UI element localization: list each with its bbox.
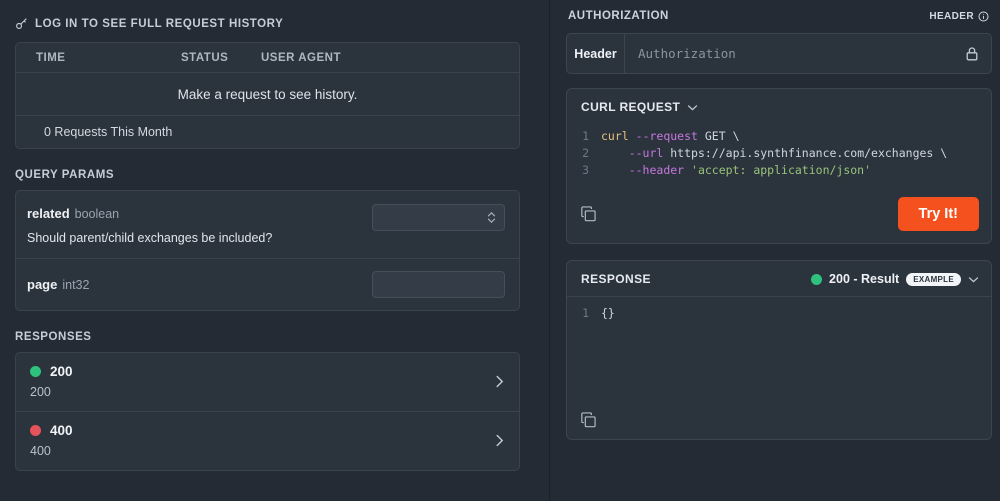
param-related-meta: related boolean Should parent/child excha… <box>27 204 272 245</box>
code-line-3: 3 --header 'accept: application/json' <box>567 162 991 179</box>
param-row-related: related boolean Should parent/child excha… <box>16 191 519 259</box>
authorization-title: AUTHORIZATION <box>568 10 669 22</box>
column-user-agent: USER AGENT <box>261 51 341 64</box>
response-body-text: {} <box>601 306 615 320</box>
status-dot-200 <box>811 273 823 285</box>
response-code-line-1: 1 {} <box>567 305 991 322</box>
response-400-label: 400 <box>30 444 51 458</box>
response-status-group[interactable]: 200 - Result EXAMPLE <box>811 272 979 286</box>
chevron-updown-icon <box>487 212 496 223</box>
column-time: TIME <box>36 51 66 64</box>
param-page-input[interactable] <box>372 271 505 298</box>
response-header: RESPONSE 200 - Result EXAMPLE <box>567 261 991 297</box>
example-badge: EXAMPLE <box>906 272 961 286</box>
code-token-flag: --request <box>635 129 698 143</box>
param-related-description: Should parent/child exchanges be include… <box>27 231 273 245</box>
line-number: 3 <box>582 163 589 177</box>
response-item-400[interactable]: 400 400 <box>16 412 519 470</box>
curl-request-card: CURL REQUEST 1 curl --request GET \ 2 --… <box>566 88 992 244</box>
param-related-name: related <box>27 206 70 221</box>
param-related-type: boolean <box>74 207 120 221</box>
response-code-block[interactable]: 1 {} <box>567 297 991 412</box>
response-200-label: 200 <box>30 385 51 399</box>
query-params-title: QUERY PARAMS <box>15 169 115 181</box>
response-400-code: 400 <box>50 423 73 438</box>
curl-request-title: CURL REQUEST <box>581 100 681 114</box>
response-400-line: 400 <box>30 423 73 438</box>
response-400-info: 400 400 <box>30 423 73 458</box>
request-history-header: LOG IN TO SEE FULL REQUEST HISTORY <box>15 17 534 30</box>
param-row-page: page int32 <box>16 259 519 310</box>
param-page-header: page int32 <box>27 276 89 294</box>
status-dot-200 <box>30 366 41 377</box>
authorization-location: HEADER <box>929 11 989 22</box>
chevron-down-icon[interactable] <box>687 104 698 111</box>
response-200-line: 200 <box>30 364 73 379</box>
code-token-plain: https://api.synthfinance.com/exchanges \ <box>663 146 948 160</box>
authorization-location-label: HEADER <box>929 10 974 22</box>
authorization-header: AUTHORIZATION HEADER <box>566 10 992 22</box>
copy-icon[interactable] <box>581 412 991 428</box>
response-200-info: 200 200 <box>30 364 73 399</box>
copy-icon[interactable] <box>581 206 596 222</box>
request-history-table: TIME STATUS USER AGENT Make a request to… <box>15 42 520 149</box>
code-line-1: 1 curl --request GET \ <box>567 128 991 145</box>
left-panel: LOG IN TO SEE FULL REQUEST HISTORY TIME … <box>0 0 550 501</box>
response-status-text: 200 - Result <box>829 272 900 286</box>
info-icon[interactable] <box>978 10 989 22</box>
column-status: STATUS <box>181 51 229 64</box>
line-number: 1 <box>582 129 589 143</box>
chevron-right-icon <box>495 374 504 389</box>
query-params-card: related boolean Should parent/child excha… <box>15 190 520 311</box>
status-dot-400 <box>30 425 41 436</box>
curl-request-header[interactable]: CURL REQUEST <box>567 89 991 124</box>
authorization-value-wrap[interactable]: Authorization <box>625 34 991 73</box>
param-page-meta: page int32 <box>27 275 89 294</box>
history-request-count: 0 Requests This Month <box>44 125 173 139</box>
authorization-key-label: Header <box>567 34 625 73</box>
authorization-input[interactable]: Authorization <box>638 46 736 61</box>
key-icon <box>15 17 28 30</box>
history-empty-message: Make a request to see history. <box>16 73 519 116</box>
curl-footer: Try It! <box>567 189 991 243</box>
param-page-name: page <box>27 277 58 292</box>
responses-title: RESPONSES <box>15 331 92 343</box>
code-token-flag: --url <box>628 146 664 160</box>
line-number: 1 <box>582 306 589 320</box>
request-history-title: LOG IN TO SEE FULL REQUEST HISTORY <box>35 17 284 30</box>
responses-list: 200 200 400 400 <box>15 352 520 471</box>
response-card: RESPONSE 200 - Result EXAMPLE 1 {} <box>566 260 992 440</box>
curl-code-block[interactable]: 1 curl --request GET \ 2 --url https://a… <box>567 124 991 189</box>
authorization-input-group: Header Authorization <box>566 33 992 74</box>
code-token-flag: --header <box>628 163 685 177</box>
api-reference-page: LOG IN TO SEE FULL REQUEST HISTORY TIME … <box>0 0 1000 501</box>
lock-icon <box>965 46 979 62</box>
code-token-plain: GET \ <box>697 129 740 143</box>
line-number: 2 <box>582 146 589 160</box>
code-token-string: 'accept: application/json' <box>684 163 872 177</box>
code-token-command: curl <box>601 129 629 143</box>
chevron-down-icon[interactable] <box>968 276 979 283</box>
param-related-select[interactable] <box>372 204 505 231</box>
response-item-200[interactable]: 200 200 <box>16 353 519 412</box>
param-page-type: int32 <box>62 278 90 292</box>
try-it-button[interactable]: Try It! <box>897 197 979 231</box>
code-line-2: 2 --url https://api.synthfinance.com/exc… <box>567 145 991 162</box>
table-header-row: TIME STATUS USER AGENT <box>16 43 519 73</box>
right-panel: AUTHORIZATION HEADER Header Authorizatio… <box>550 0 1000 501</box>
response-footer <box>567 412 991 439</box>
chevron-right-icon <box>495 433 504 448</box>
response-200-code: 200 <box>50 364 73 379</box>
response-title: RESPONSE <box>581 272 651 286</box>
param-related-header: related boolean <box>27 205 272 223</box>
